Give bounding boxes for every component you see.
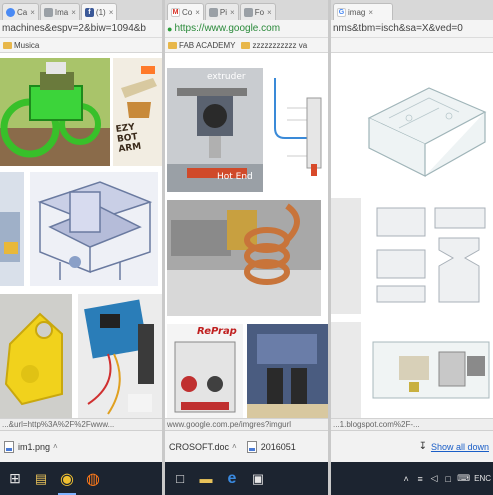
status-bar: ...1.blogspot.com%2F-... [331,418,493,430]
close-tab-icon[interactable]: × [368,8,373,17]
status-bar: ...&url=http%3A%2F%2Fwww... [0,418,162,430]
bookmarks-bar: FAB ACADEMY zzzzzzzzzzz va [165,38,328,53]
close-tab-icon[interactable]: × [109,8,114,17]
edge-taskbar-icon[interactable]: e [219,462,245,495]
chrome-icon [6,7,15,17]
acrylic-parts-thumbnail[interactable] [369,198,493,314]
close-tab-icon[interactable]: × [30,8,35,17]
partial-thumbnail-2[interactable] [331,322,361,418]
filament-diagram-thumbnail[interactable] [267,68,328,192]
google-icon: G [337,7,346,17]
bookmark-item[interactable]: FAB ACADEMY [168,41,235,50]
keyboard-icon[interactable]: ⌨ [455,462,472,495]
bookmarks-bar: Musica [0,38,162,53]
browser-tab[interactable]: Ima × [39,3,80,20]
downloads-bar: CROSOFT.doc ˄ 2016051 [165,430,328,462]
page-icon [43,7,53,17]
download-item[interactable]: im1.png [18,442,50,452]
chevron-up-icon[interactable]: ˄ [399,462,413,495]
page-icon [243,7,253,17]
folder-icon [3,41,12,49]
ezy-bot-arm-caption: EZY BOT ARM [115,122,142,155]
status-bar: www.google.com.pe/imgres?imgurl [165,418,328,430]
browser-tab[interactable]: Ca × [2,3,39,20]
printer-extruder-thumbnail[interactable]: extruder Hot End [167,68,263,192]
browser-window-3: Gimag × nms&tbm=isch&sa=X&ved=0 ...1.blo… [331,0,493,495]
tab-strip: M Co × Pi × Fo × [165,0,328,20]
taskbar: □ ▬ e ▣ [165,462,328,495]
chevron-up-icon[interactable]: ˄ [53,442,58,451]
hot-end-label: Hot End [217,172,253,182]
tab-strip: Gimag × [331,0,493,20]
image-results [331,54,493,418]
close-tab-icon[interactable]: × [195,8,200,17]
language-indicator[interactable]: ENC [472,462,493,495]
reprap-caption: RePrap [197,326,237,337]
arduino-board-thumbnail[interactable] [78,294,162,418]
acrylic-pi-case-thumbnail[interactable] [369,322,493,418]
dual-extruder-thumbnail[interactable] [247,324,328,418]
show-all-downloads-link[interactable]: Show all down [431,442,489,452]
task-view-icon[interactable]: □ [167,462,193,495]
bookmark-item[interactable]: zzzzzzzzzzz va [241,41,307,50]
file-icon [246,440,257,453]
reprap-box-thumbnail[interactable]: RePrap [167,324,243,418]
close-tab-icon[interactable]: × [267,8,272,17]
download-arrow-icon: ↧ [418,441,427,452]
downloads-bar: im1.png ˄ [0,430,162,462]
volume-icon[interactable]: ◁ [427,462,441,495]
robot-vehicle-thumbnail[interactable] [0,58,110,166]
image-results: EZY BOT ARM [0,54,162,418]
browser-tab[interactable]: M Co × [167,3,204,20]
extruder-caption: extruder [207,72,246,82]
close-tab-icon[interactable]: × [230,8,235,17]
ezy-bot-arm-thumbnail[interactable]: EZY BOT ARM [113,58,162,166]
cad-side-thumbnail[interactable] [0,172,24,286]
chevron-up-icon[interactable]: ˄ [232,442,237,451]
taskbar: ˄ ≡ ◁ □ ⌨ ENC [331,462,493,495]
chrome-taskbar-icon[interactable]: ◉ [54,462,80,495]
download-item[interactable]: 2016051 [261,442,296,452]
taskbar: ⊞ ▤ ◉ ◍ [0,462,162,495]
bookmark-item[interactable]: Musica [3,41,39,50]
cad-assembly-thumbnail[interactable] [30,172,158,286]
downloads-bar: ↧ Show all down [331,430,493,462]
page-icon [208,7,218,17]
browser-tab[interactable]: Gimag × [333,3,393,20]
download-item[interactable]: CROSOFT.doc [169,442,229,452]
folder-taskbar-icon[interactable]: ▬ [193,462,219,495]
folder-icon [241,41,251,49]
gmail-icon: M [171,7,180,17]
acrylic-case-thumbnail[interactable] [359,68,493,188]
partial-thumbnail[interactable] [331,198,361,314]
address-bar[interactable]: nms&tbm=isch&sa=X&ved=0 [331,20,493,38]
copper-coil-thumbnail[interactable] [167,200,321,316]
lock-icon: ● [167,23,173,34]
folder-icon [168,41,177,49]
close-tab-icon[interactable]: × [71,8,76,17]
browser-tab[interactable]: Pi × [204,3,239,20]
address-bar[interactable]: machines&espv=2&biw=1094&b [0,20,162,38]
image-results: extruder Hot End RePrap [165,54,328,418]
printed-bracket-thumbnail[interactable] [0,294,72,418]
windows-start-icon[interactable]: ⊞ [2,462,28,495]
network-icon[interactable]: ≡ [413,462,427,495]
browser-tab[interactable]: f (1) × [80,3,118,20]
address-bar[interactable]: ● https://www.google.com [165,20,328,38]
browser-tab[interactable]: Fo × [239,3,276,20]
file-explorer-icon[interactable]: ▤ [28,462,54,495]
bookmarks-bar [331,38,493,53]
notification-icon[interactable]: □ [441,462,455,495]
browser-window-2: M Co × Pi × Fo × ● https://www.google.com FAB… [165,0,328,495]
tab-strip: Ca × Ima × f (1) × [0,0,162,20]
firefox-taskbar-icon[interactable]: ◍ [80,462,106,495]
facebook-icon: f [84,7,94,17]
window-taskbar-icon[interactable]: ▣ [245,462,271,495]
browser-window-1: Ca × Ima × f (1) × machines&espv=2&biw=1094&… [0,0,162,495]
file-icon [4,440,14,453]
